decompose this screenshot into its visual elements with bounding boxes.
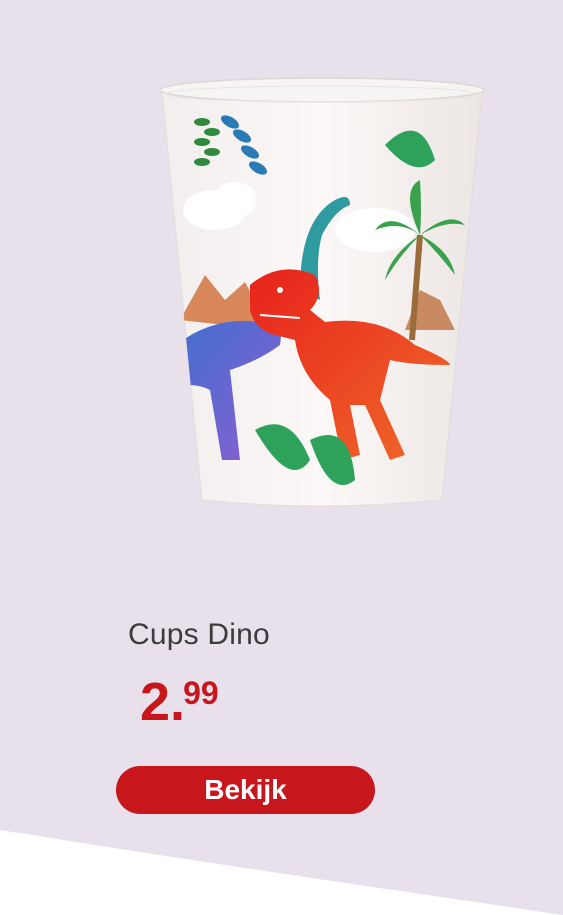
product-card: Cups Dino 2.99 Bekijk — [0, 0, 563, 915]
price-cents: 99 — [183, 675, 219, 711]
price-integer: 2 — [140, 672, 171, 732]
product-title: Cups Dino — [128, 618, 270, 651]
price: 2.99 — [140, 675, 219, 729]
dino-cup-image — [159, 77, 485, 507]
bekijk-button[interactable]: Bekijk — [116, 766, 375, 814]
